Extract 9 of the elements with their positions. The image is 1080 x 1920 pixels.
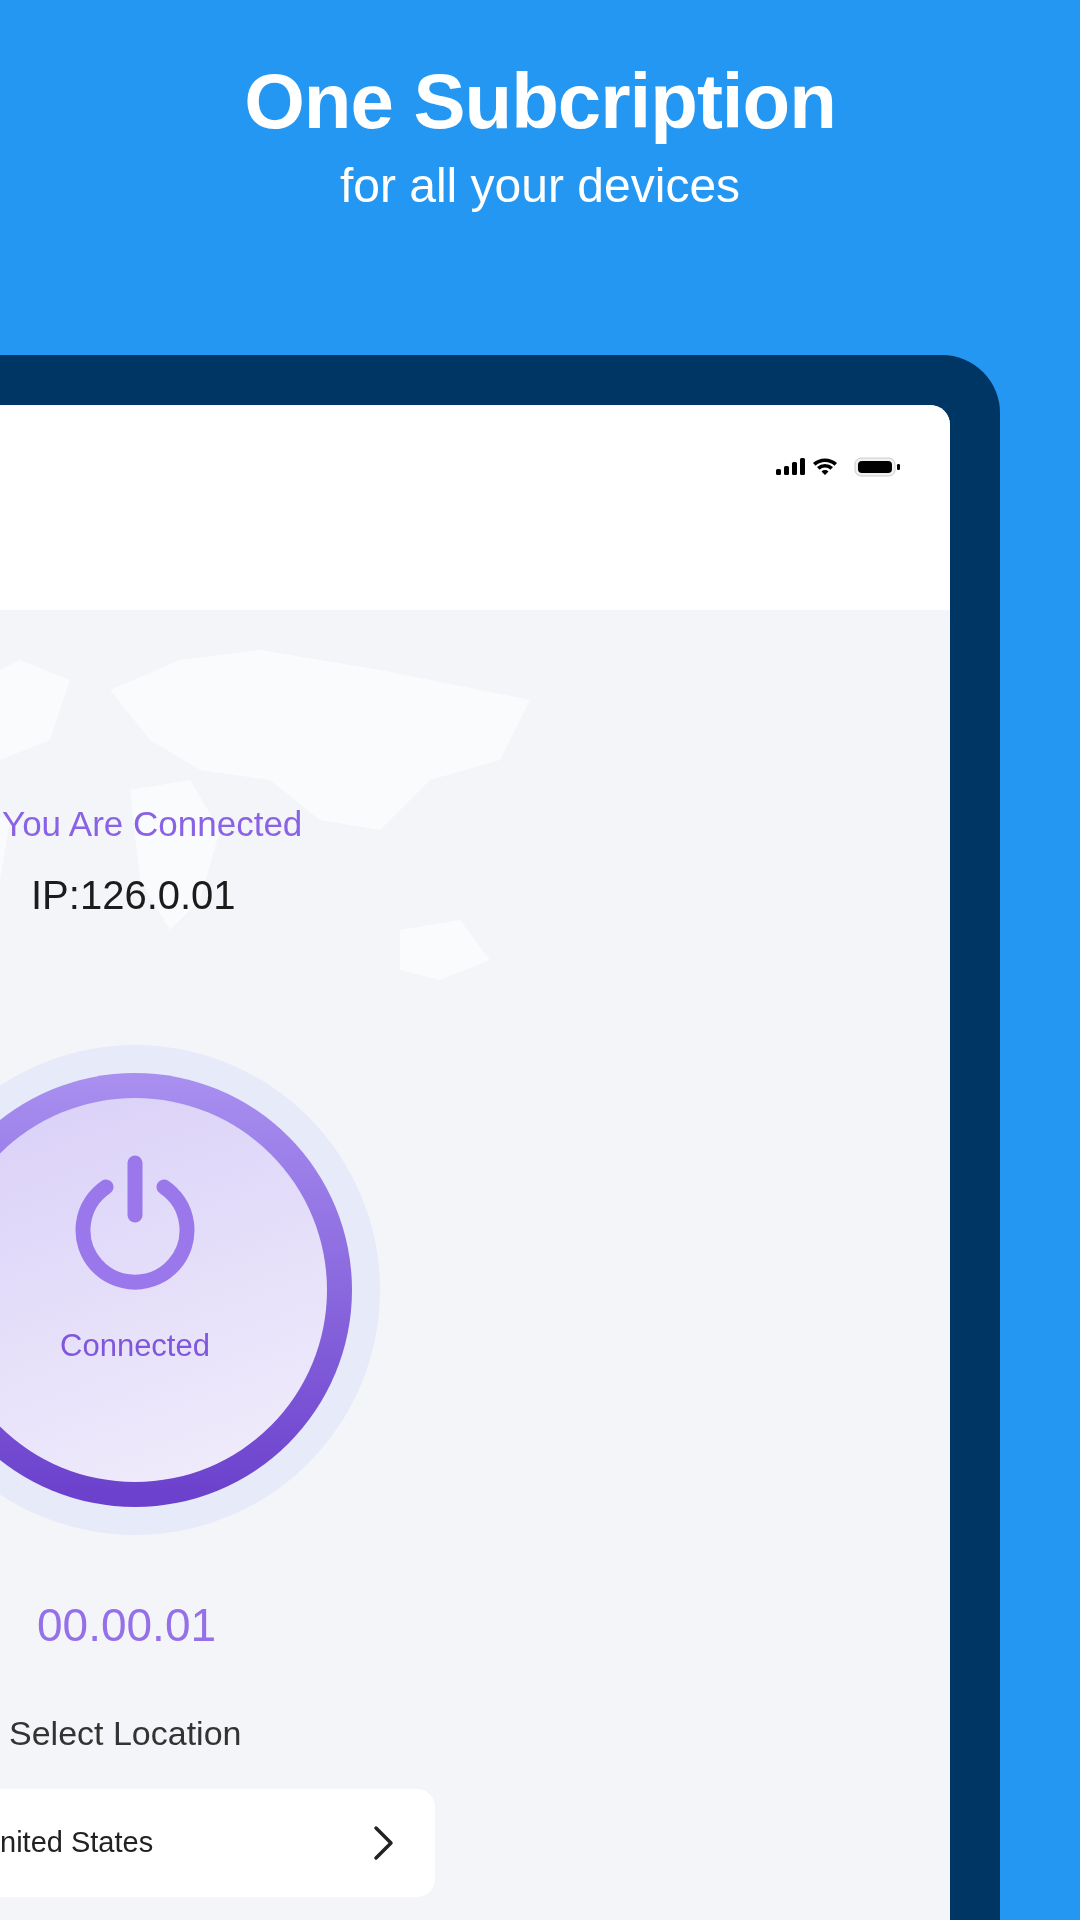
section-heading: Select Location	[9, 1712, 243, 1754]
country-name: nited States	[0, 1824, 154, 1860]
chevron-right-icon	[373, 1824, 395, 1861]
connection-timer: 00.00.01	[37, 1597, 218, 1653]
location-selector[interactable]: nited States	[0, 1788, 435, 1897]
connection-status-label: You Are Connected	[2, 803, 304, 845]
ip-address: IP:126.0.01	[31, 871, 237, 919]
banner-subtitle: for all your devices	[338, 162, 742, 210]
connect-button[interactable]: Connected	[0, 1072, 352, 1507]
